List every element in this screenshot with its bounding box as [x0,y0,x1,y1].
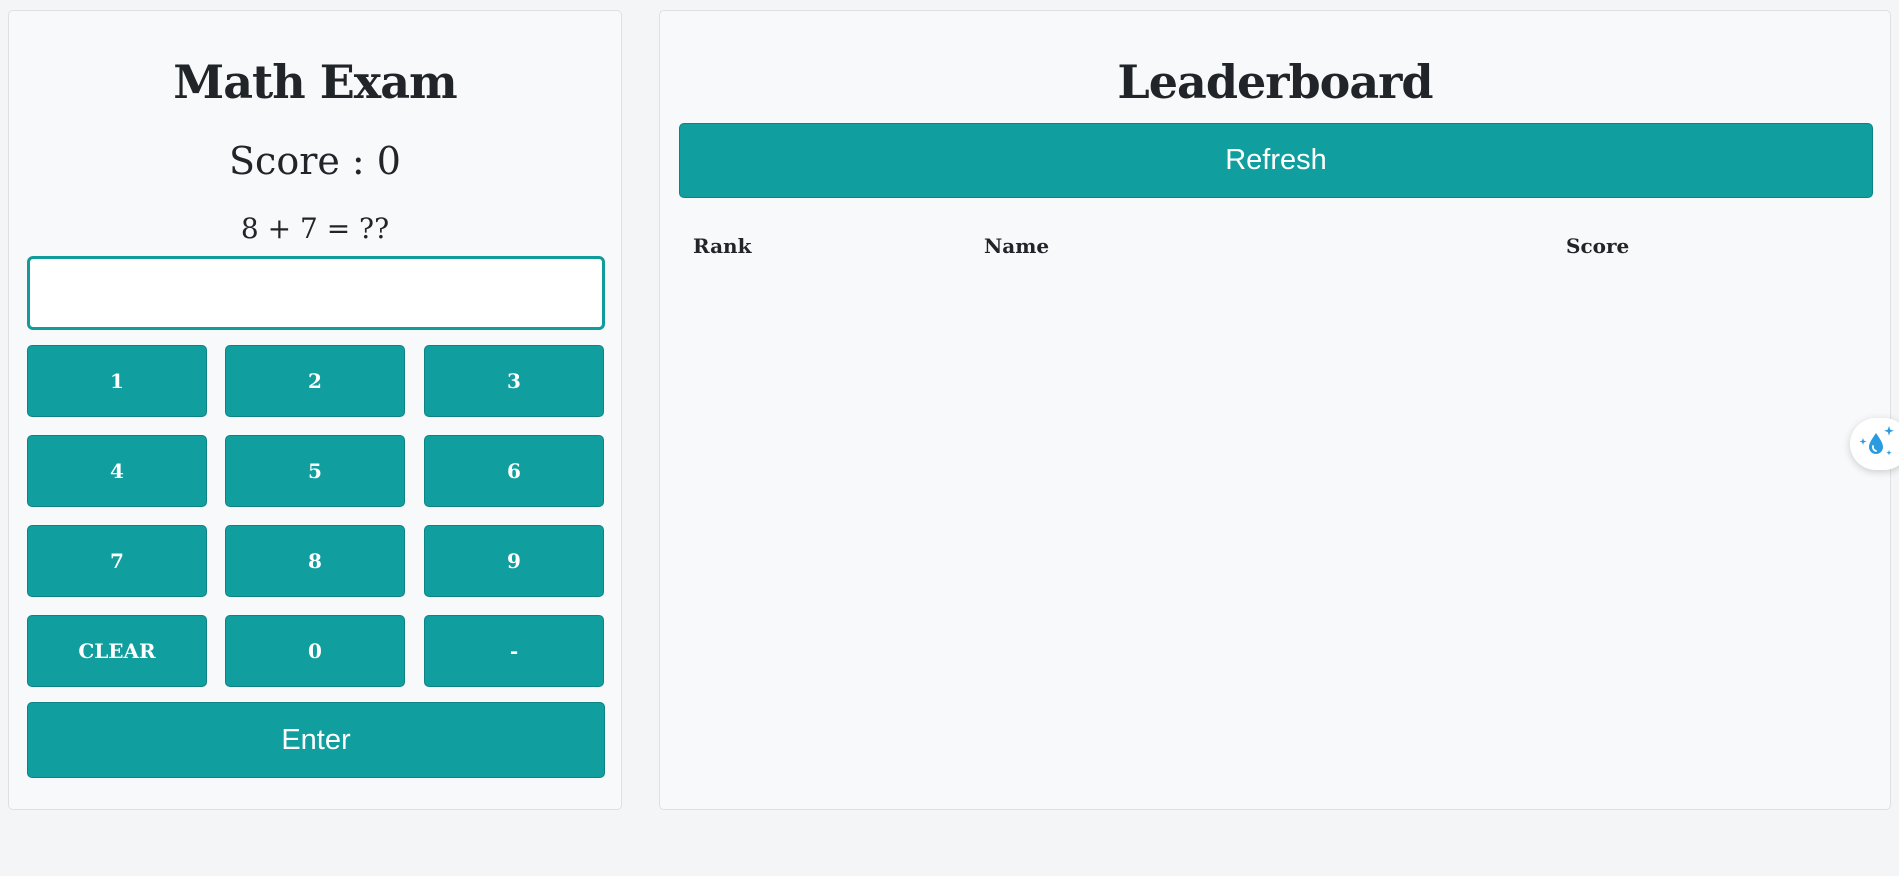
key-1[interactable]: 1 [27,345,207,417]
key-8[interactable]: 8 [225,525,405,597]
key-7[interactable]: 7 [27,525,207,597]
key-4[interactable]: 4 [27,435,207,507]
key-5[interactable]: 5 [225,435,405,507]
answer-input[interactable] [27,256,605,330]
leaderboard-panel: Leaderboard Refresh Rank Name Score [659,10,1891,810]
minus-key[interactable]: - [424,615,604,687]
floating-extension-button[interactable] [1850,418,1899,470]
question-text: 8 + 7 = ?? [240,212,390,245]
key-2[interactable]: 2 [225,345,405,417]
column-header-score: Score [1566,234,1630,258]
column-header-rank: Rank [693,234,752,258]
math-exam-panel: Math Exam Score : 0 8 + 7 = ?? 1 2 3 4 5… [8,10,622,810]
leaderboard-title: Leaderboard [1117,55,1433,109]
key-3[interactable]: 3 [424,345,604,417]
enter-button[interactable]: Enter [27,702,605,778]
column-header-name: Name [984,234,1050,258]
refresh-button[interactable]: Refresh [679,123,1873,198]
key-0[interactable]: 0 [225,615,405,687]
clear-button[interactable]: CLEAR [27,615,207,687]
exam-title: Math Exam [173,55,457,109]
sparkle-drop-icon [1856,422,1896,466]
score-display: Score : 0 [229,139,401,183]
key-6[interactable]: 6 [424,435,604,507]
key-9[interactable]: 9 [424,525,604,597]
